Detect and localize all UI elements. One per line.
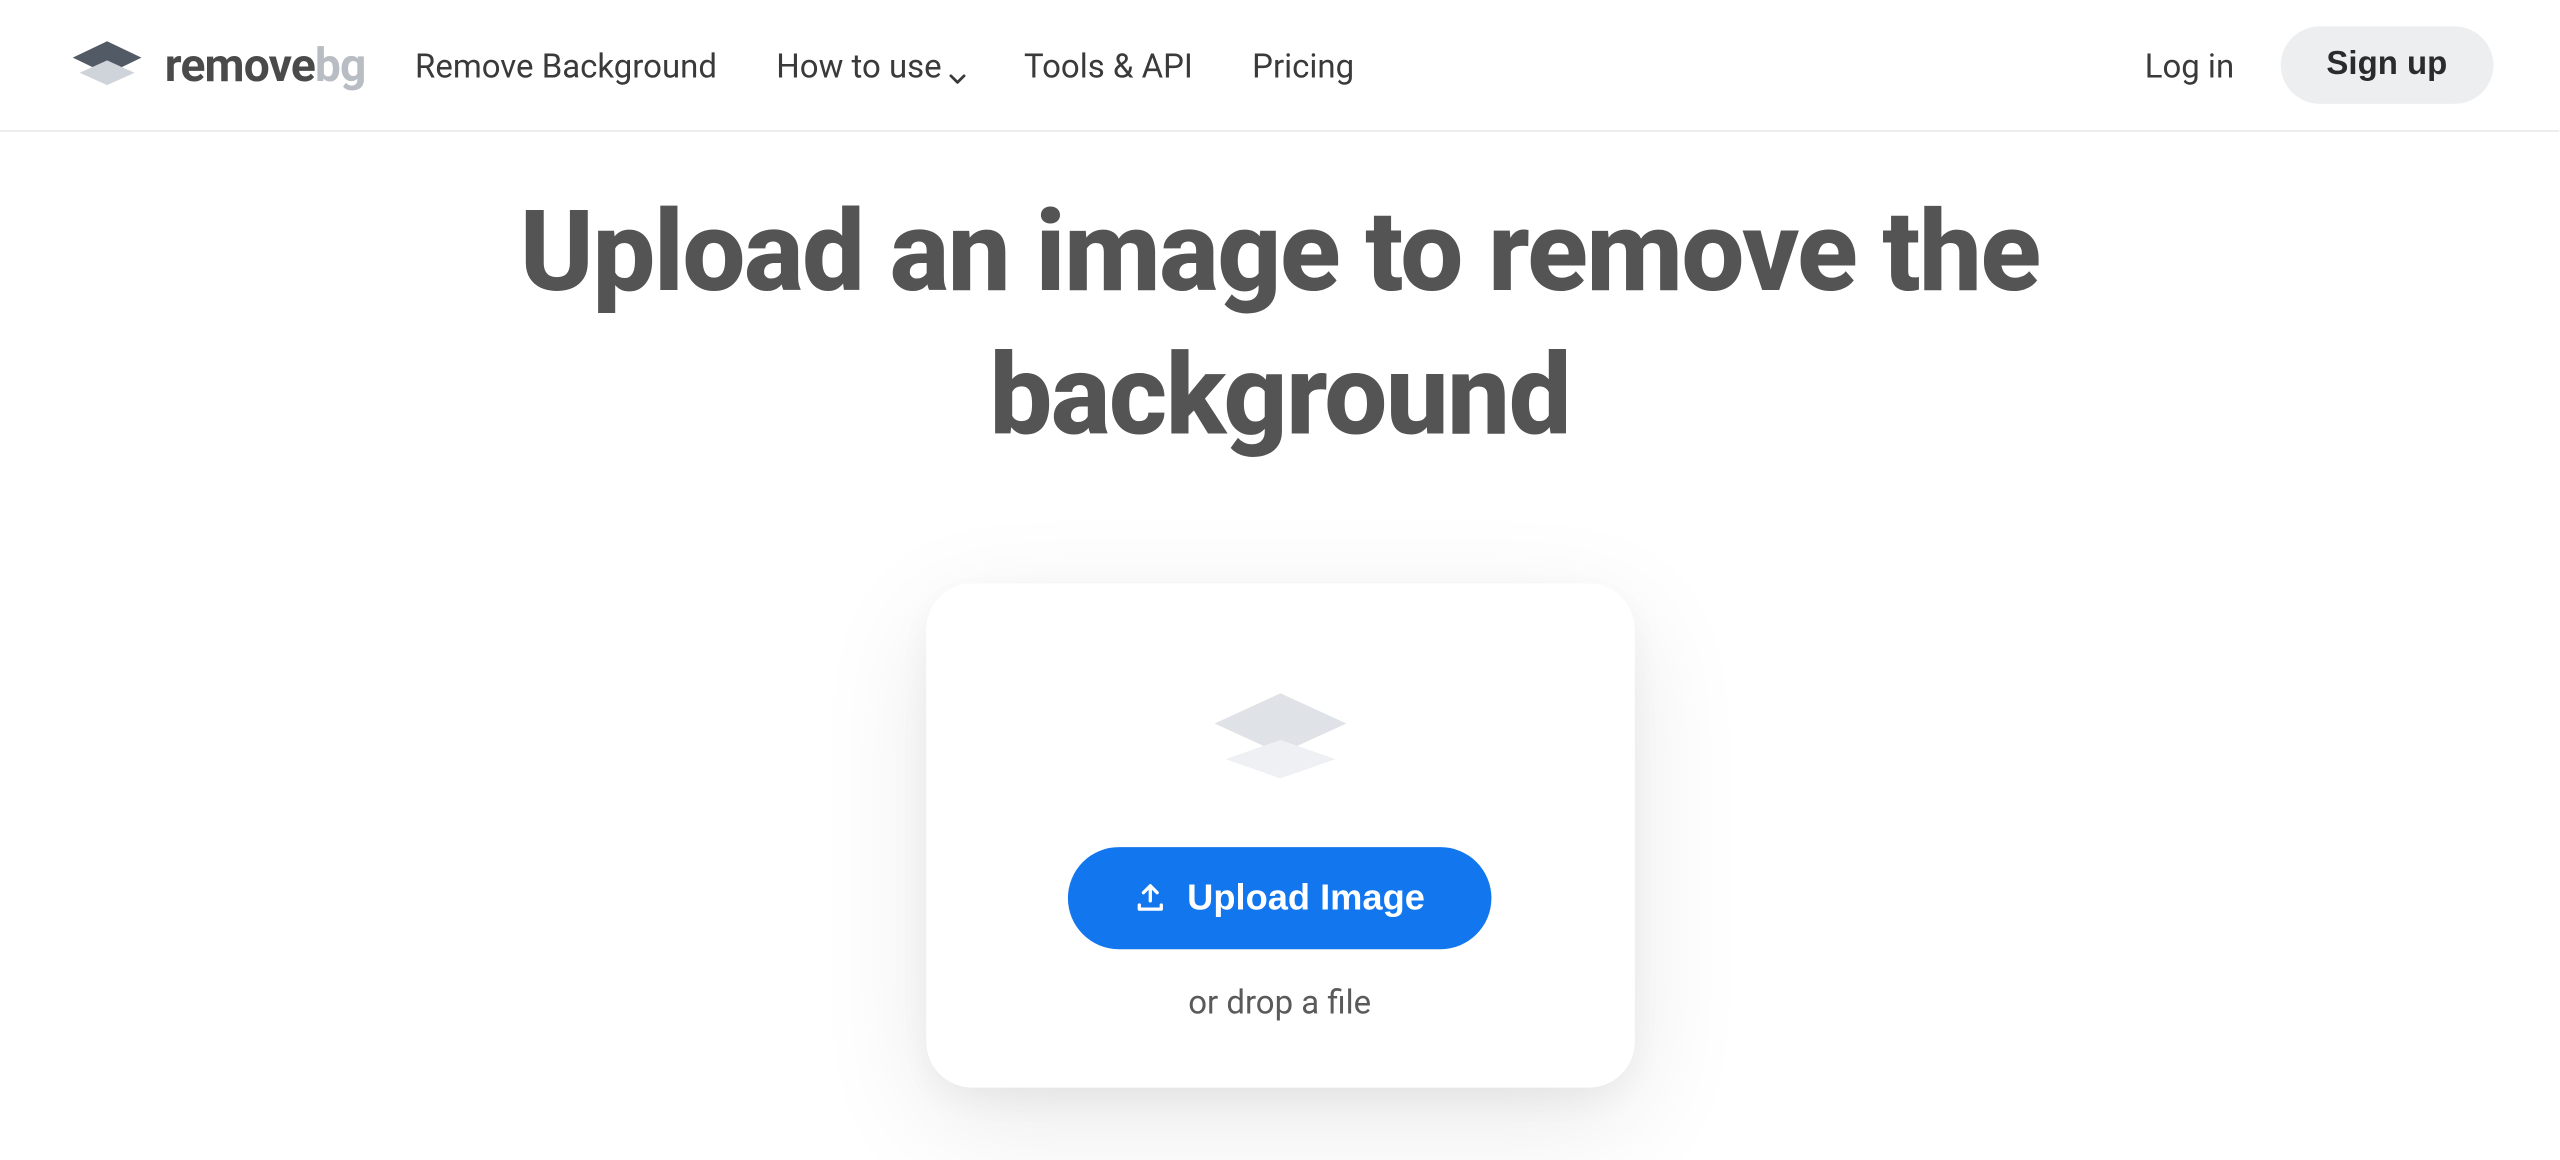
drop-file-text: or drop a file [1188, 982, 1371, 1022]
logo-text: removebg [165, 38, 366, 92]
login-link[interactable]: Log in [2145, 45, 2234, 85]
nav-item-label: Remove Background [415, 45, 717, 85]
layers-placeholder-icon [1197, 682, 1362, 797]
upload-button-label: Upload Image [1187, 877, 1425, 920]
chevron-down-icon [948, 57, 964, 73]
nav-pricing[interactable]: Pricing [1252, 45, 1354, 85]
layers-logo-icon [66, 35, 148, 94]
upload-icon [1134, 882, 1167, 915]
main-content: Upload an image to remove the background… [0, 132, 2559, 1088]
nav-remove-background[interactable]: Remove Background [415, 45, 717, 85]
nav-item-label: How to use [776, 45, 941, 85]
logo[interactable]: removebg [66, 35, 366, 94]
auth-section: Log in Sign up [2145, 26, 2494, 103]
nav-item-label: Pricing [1252, 45, 1354, 85]
nav-tools-api[interactable]: Tools & API [1024, 45, 1193, 85]
nav-how-to-use[interactable]: How to use [776, 45, 964, 85]
hero-title: Upload an image to remove the background [456, 181, 2104, 468]
upload-image-button[interactable]: Upload Image [1069, 847, 1491, 949]
logo-text-bg: bg [315, 38, 366, 92]
logo-text-remove: remove [165, 38, 315, 92]
main-nav: Remove Background How to use Tools & API… [415, 45, 1354, 85]
nav-item-label: Tools & API [1024, 45, 1193, 85]
signup-button[interactable]: Sign up [2280, 26, 2493, 103]
upload-card[interactable]: Upload Image or drop a file [925, 583, 1634, 1087]
header: removebg Remove Background How to use To… [0, 0, 2559, 132]
